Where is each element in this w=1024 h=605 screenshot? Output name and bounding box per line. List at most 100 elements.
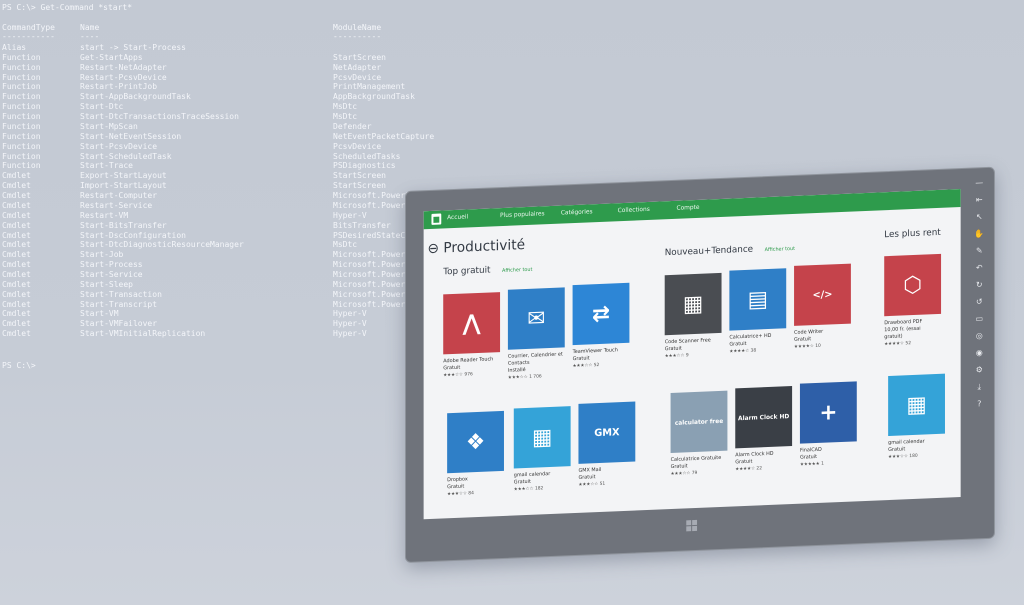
windows-logo-icon[interactable] [686, 519, 698, 532]
settings-icon[interactable]: ⚙ [974, 365, 984, 375]
module-name-cell: Hyper-V [333, 319, 367, 329]
app-name: Alarm Clock HD Gratuit [735, 450, 774, 466]
app-tile[interactable]: + [799, 381, 857, 444]
app-tile[interactable]: ▦ [513, 406, 571, 469]
command-type-cell: Cmdlet [2, 299, 31, 309]
module-name-cell: NetEventPacketCapture [333, 131, 435, 141]
command-name-cell: Restart-NetAdapter [80, 62, 167, 72]
nav-plus-populaires[interactable]: Plus populaires [500, 210, 544, 219]
hand-icon[interactable]: ✋ [974, 229, 984, 239]
command-row: Cmdlet Export-StartLayout StartScreen [0, 171, 600, 181]
app-icon: Alarm Clock HD [738, 412, 790, 422]
command-name-cell: Start-Sleep [80, 279, 133, 289]
app-tile[interactable]: ▤ [729, 268, 787, 331]
command-name-cell: Restart-Computer [80, 191, 158, 201]
record-icon[interactable]: ◉ [974, 348, 984, 358]
command-row: Function Start-ScheduledTask ScheduledTask… [0, 152, 600, 162]
command-type-cell: Cmdlet [2, 240, 31, 250]
app-icon: ❖ [465, 429, 486, 455]
rotate-right-icon[interactable]: ↻ [974, 280, 984, 290]
app-tile[interactable]: GMX [578, 401, 636, 464]
app-name: Adobe Reader Touch Gratuit [443, 356, 494, 372]
command-type-cell: Cmdlet [2, 329, 31, 339]
collapse-icon[interactable]: ⇤ [974, 195, 984, 205]
command-name-cell: Start-Job [80, 250, 124, 260]
app-tile[interactable]: ✉ [507, 287, 565, 350]
module-name-cell: Hyper-V [333, 210, 367, 220]
app-tile[interactable]: ▦ [888, 373, 945, 437]
module-name-cell: NetAdapter [333, 62, 382, 72]
app-tile[interactable]: ⇄ [572, 282, 630, 346]
module-name-cell: StartScreen [333, 52, 386, 62]
command-name-cell: Start-VMInitialReplication [80, 329, 206, 339]
command-row: Function Start-DtcTransactionsTraceSessio… [0, 112, 600, 122]
app-name: TeamViewer Touch Gratuit [572, 347, 618, 363]
page-title-row: ⊖ Productivité [428, 237, 526, 257]
command-type-cell: Function [2, 161, 41, 171]
app-icon: ▦ [906, 391, 927, 418]
command-row: Function Start-AppBackgroundTask AppBackgr… [0, 92, 600, 102]
command-line: PS C:\> Get-Command *start* [2, 3, 133, 12]
module-name-cell: Hyper-V [333, 329, 367, 339]
app-name: Dropbox Gratuit [447, 476, 468, 491]
app-tile[interactable]: ❖ [447, 410, 504, 474]
module-name-cell: MsDtc [333, 102, 358, 112]
tablet-device: Accueil Plus populaires Catégories Colle… [405, 166, 995, 563]
app-rating: ★★★☆☆ 9 [664, 353, 689, 360]
app-tile[interactable]: calculator free [670, 390, 728, 454]
module-name-cell: AppBackgroundTask [333, 92, 415, 102]
nav-compte[interactable]: Compte [676, 204, 699, 212]
nav-accueil[interactable]: Accueil [447, 213, 468, 221]
app-tile[interactable]: ⬡ [884, 253, 942, 317]
app-tile[interactable]: ⋀ [443, 292, 501, 355]
minimize-icon[interactable]: — [974, 178, 984, 188]
undo-icon[interactable]: ↶ [974, 263, 984, 273]
module-name-cell: PSDiagnostics [333, 161, 396, 171]
module-name-cell: PrintManagement [333, 82, 406, 92]
app-tile[interactable]: </> [794, 263, 851, 326]
app-icon: GMX [594, 426, 620, 439]
prompt: PS C:\> [2, 361, 36, 370]
back-arrow-icon[interactable]: ⊖ [428, 241, 439, 257]
command-type-cell: Function [2, 151, 41, 161]
command-row: Alias start -> Start-Process [0, 43, 600, 53]
app-name: Drawboard PDF 10,00 fr. (essai gratuit) [884, 318, 923, 341]
module-name-cell: StartScreen [333, 171, 386, 181]
app-name: Courrier, Calendrier et Contacts Install… [507, 351, 563, 374]
command-name-cell: Restart-Service [80, 200, 153, 210]
app-icon: ⬡ [903, 272, 923, 298]
page-title: Productivité [443, 237, 526, 257]
store-screen: Accueil Plus populaires Catégories Colle… [423, 189, 961, 520]
command-row: Function Restart-NetAdapter NetAdapter [0, 63, 600, 73]
app-rating: ★★★★☆ 10 [794, 343, 821, 350]
app-rating: ★★★☆☆ 976 [443, 372, 473, 379]
target-icon[interactable]: ◎ [974, 331, 984, 341]
command-name-cell: start -> Start-Process [80, 43, 186, 52]
screen-icon[interactable]: ▭ [974, 314, 984, 324]
nav-collections[interactable]: Collections [618, 206, 650, 214]
rule-commandtype: ----------- [2, 32, 55, 41]
app-tile[interactable]: ▦ [664, 272, 722, 336]
command-type-cell: Cmdlet [2, 309, 31, 319]
app-rating: ★★★☆☆ 180 [888, 453, 918, 461]
command-name-cell: Start-Dtc [80, 102, 124, 112]
command-row: Function Start-NetEventSession NetEventPac… [0, 132, 600, 142]
command-type-cell: Cmdlet [2, 289, 31, 299]
section-new-title: Nouveau+Tendance [664, 244, 754, 259]
app-rating: ★★★★☆ 22 [735, 466, 763, 473]
section-top-link[interactable]: Afficher tout [502, 267, 532, 274]
rotate-left-icon[interactable]: ↺ [974, 297, 984, 307]
command-type-cell: Cmdlet [2, 250, 31, 260]
pen-icon[interactable]: ✎ [974, 246, 984, 256]
header-rule: ----------- ---- ---------- [0, 32, 600, 42]
store-icon [431, 213, 442, 225]
command-type-cell: Cmdlet [2, 319, 31, 329]
pointer-icon[interactable]: ↖ [974, 212, 984, 222]
help-icon[interactable]: ? [974, 399, 984, 409]
app-name: GMX Mail Gratuit [578, 466, 602, 481]
command-name-cell: Start-Service [80, 270, 143, 279]
nav-categories[interactable]: Catégories [561, 208, 593, 216]
download-icon[interactable]: ⤓ [974, 382, 984, 392]
section-new-link[interactable]: Afficher tout [765, 246, 795, 253]
app-tile[interactable]: Alarm Clock HD [735, 386, 793, 449]
